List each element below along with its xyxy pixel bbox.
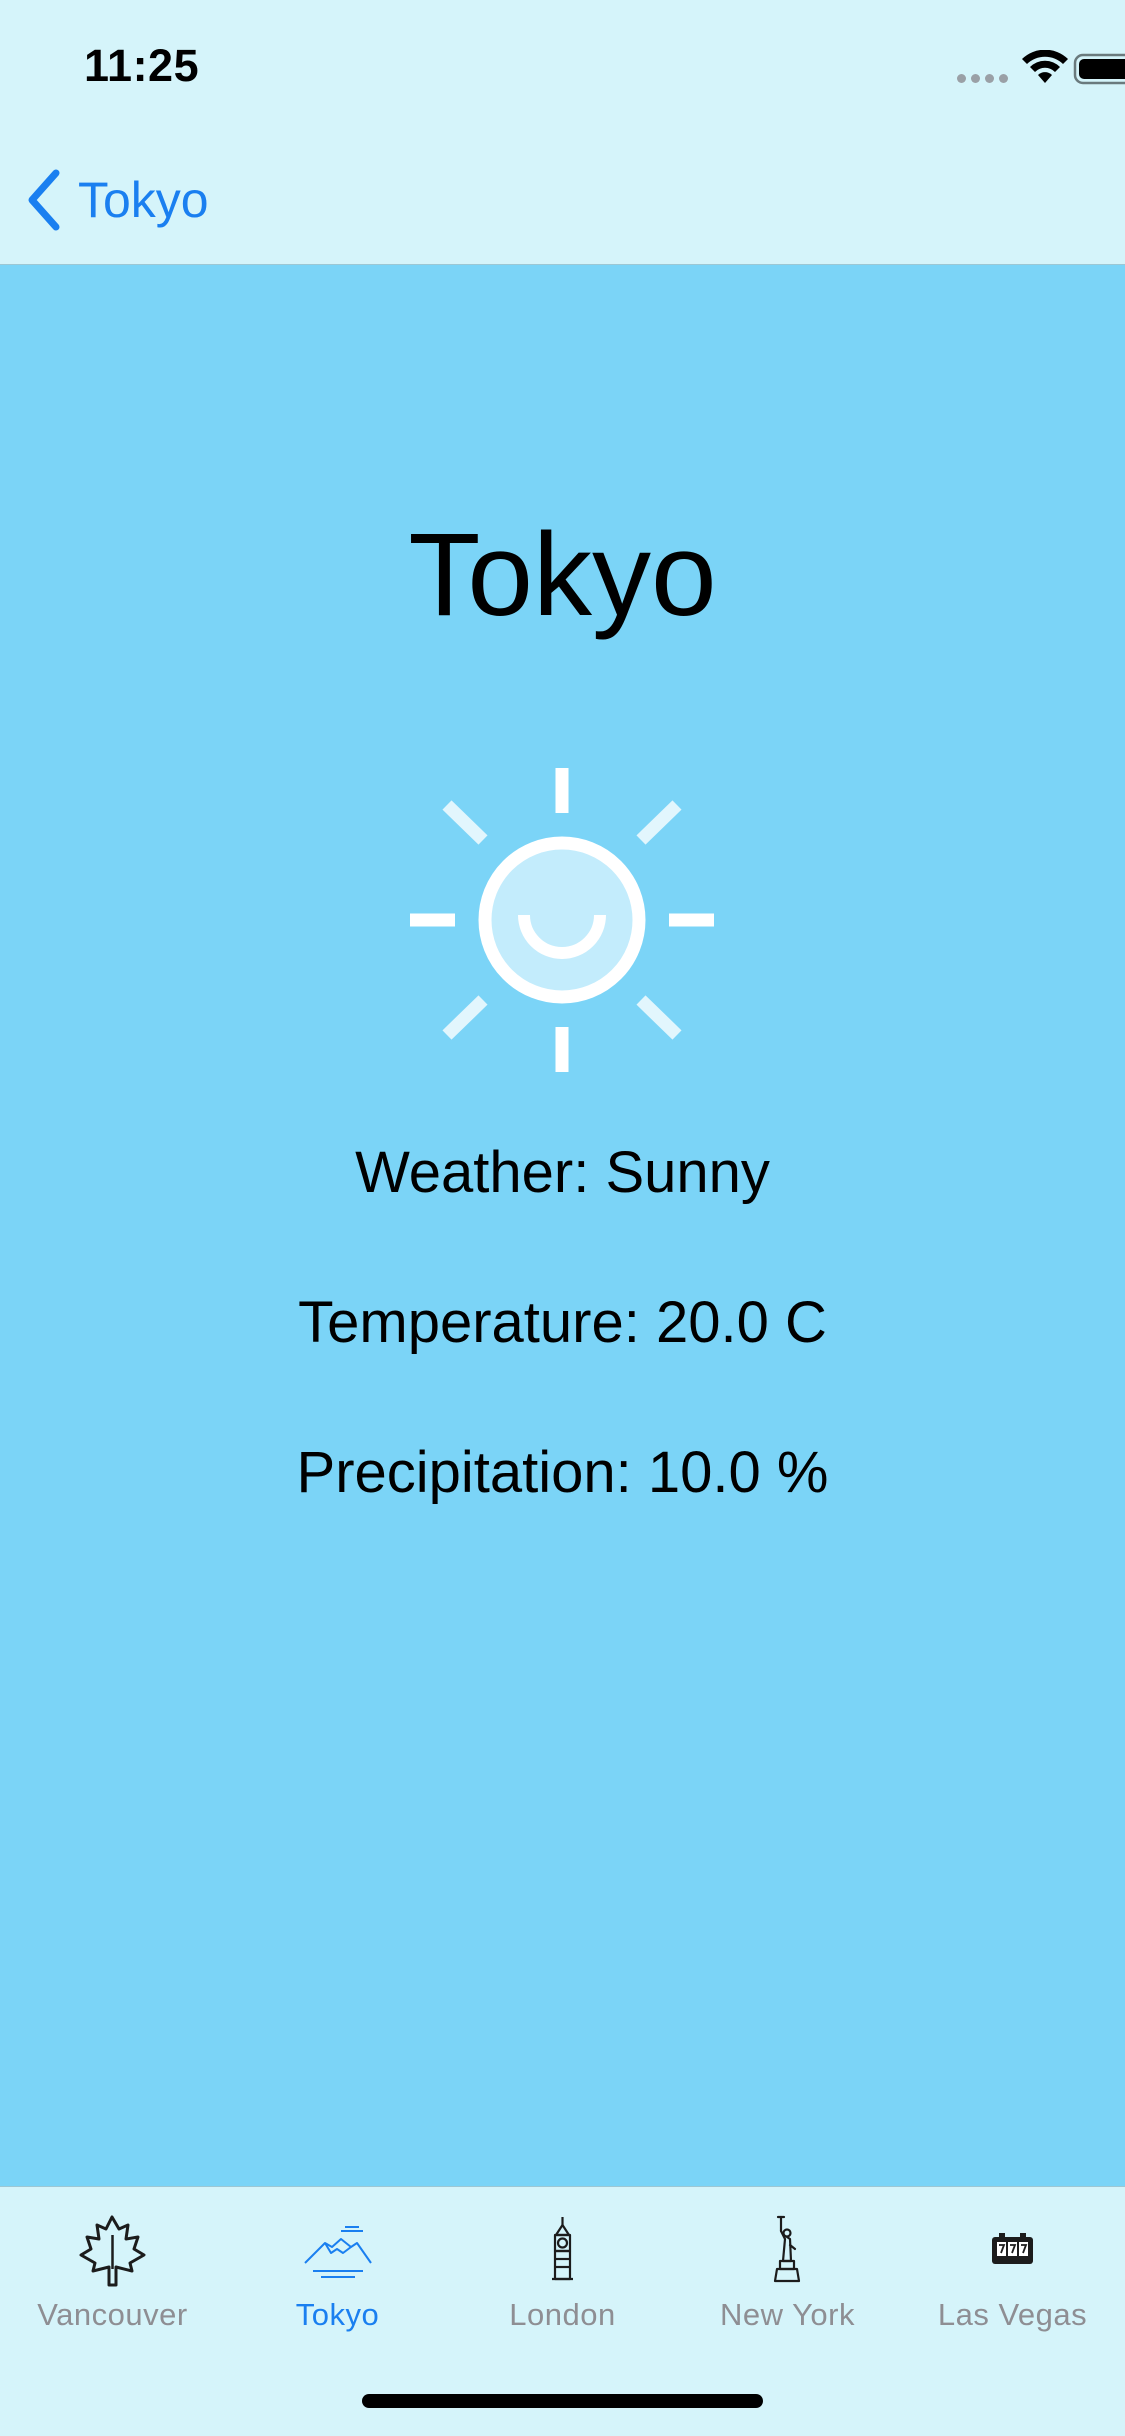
- statue-of-liberty-icon: [773, 2215, 801, 2283]
- tab-las-vegas[interactable]: Las Vegas: [900, 2187, 1125, 2347]
- tab-vancouver[interactable]: Vancouver: [0, 2187, 225, 2347]
- city-title: Tokyo: [408, 509, 717, 641]
- tab-label: New York: [720, 2297, 855, 2332]
- precipitation-text: Precipitation: 10.0 %: [296, 1440, 829, 1505]
- status-time: 11:25: [84, 40, 200, 91]
- home-indicator[interactable]: [362, 2394, 763, 2408]
- tab-label: Vancouver: [37, 2297, 188, 2332]
- tab-label: Las Vegas: [937, 2297, 1088, 2332]
- battery-icon: [1073, 53, 1125, 85]
- sun-icon: [410, 768, 714, 1072]
- tab-bar: Vancouver Tokyo London New York Las Vega…: [0, 2186, 1125, 2436]
- tab-new-york[interactable]: New York: [675, 2187, 900, 2347]
- tab-tokyo[interactable]: Tokyo: [225, 2187, 450, 2347]
- slot-machine-icon: [992, 2233, 1033, 2264]
- signal-dots-icon: [957, 74, 1009, 84]
- tab-london[interactable]: London: [450, 2187, 675, 2347]
- temperature-text: Temperature: 20.0 C: [298, 1290, 827, 1355]
- weather-text: Weather: Sunny: [355, 1140, 770, 1205]
- chevron-left-icon: [28, 169, 60, 231]
- top-bar: 11:25 Tokyo: [0, 0, 1125, 265]
- tab-label: Tokyo: [295, 2297, 380, 2332]
- back-button-label: Tokyo: [78, 172, 209, 228]
- big-ben-icon: [552, 2217, 573, 2281]
- mount-fuji-icon: [304, 2226, 372, 2278]
- maple-leaf-icon: [79, 2215, 146, 2287]
- wifi-icon: [1022, 50, 1068, 83]
- tab-label: London: [509, 2297, 616, 2332]
- back-button[interactable]: Tokyo: [24, 168, 209, 232]
